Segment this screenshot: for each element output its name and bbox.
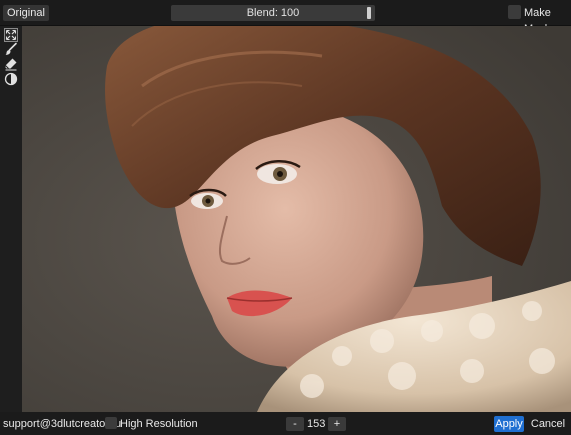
support-email: support@3dlutcreator.ru (3, 418, 122, 430)
zoom-out-button[interactable]: - (286, 417, 304, 431)
high-resolution-label: High Resolution (120, 418, 198, 430)
brush-icon[interactable] (4, 42, 18, 56)
high-resolution-checkbox[interactable] (105, 417, 117, 429)
tool-sidebar (0, 26, 22, 412)
bottom-toolbar: support@3dlutcreator.ru High Resolution … (0, 412, 571, 435)
fit-view-icon[interactable] (4, 28, 18, 42)
cancel-button[interactable]: Cancel (530, 416, 566, 432)
top-toolbar: Original Blend: 100 Make Mask (0, 0, 571, 35)
blend-slider[interactable]: Blend: 100 (171, 5, 375, 21)
portrait-image (22, 26, 571, 412)
make-mask-checkbox[interactable] (508, 5, 521, 19)
original-button[interactable]: Original (3, 5, 49, 21)
blend-label: Blend: 100 (246, 7, 300, 19)
photo-preview[interactable] (22, 26, 571, 412)
zoom-value: 153 (307, 418, 326, 430)
contrast-icon[interactable] (4, 72, 18, 86)
zoom-in-button[interactable]: + (328, 417, 346, 431)
blend-slider-handle[interactable] (367, 7, 371, 19)
apply-button[interactable]: Apply (494, 416, 524, 432)
eraser-icon[interactable] (4, 57, 18, 71)
make-mask-label: Make Mask (524, 7, 551, 35)
